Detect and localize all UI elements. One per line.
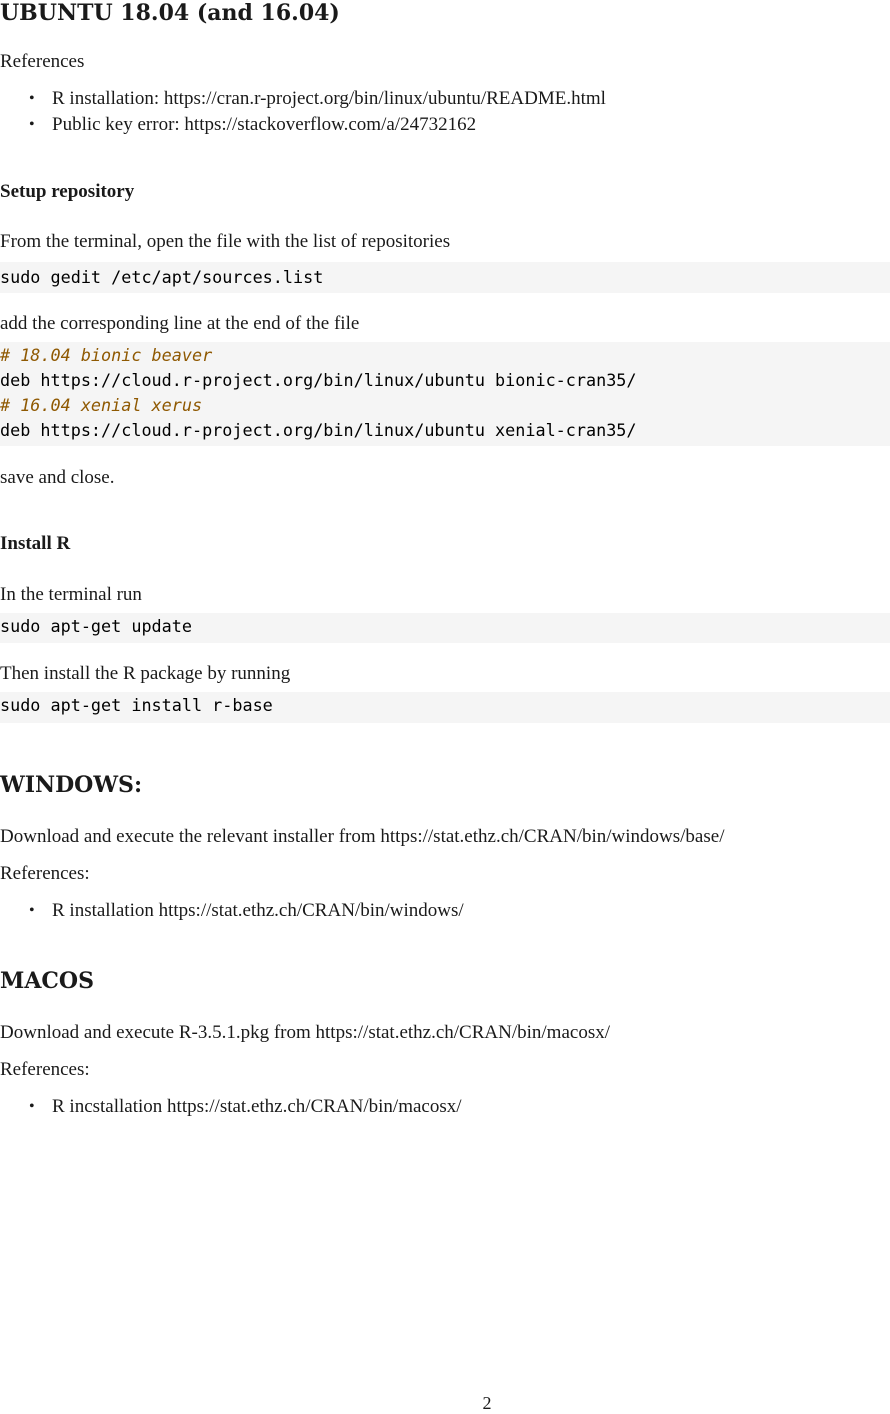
code-block-apt-install: sudo apt-get install r-base [0, 692, 890, 723]
bullet-icon: • [29, 90, 35, 107]
code-line: deb https://cloud.r-project.org/bin/linu… [0, 420, 637, 440]
save-close-text: save and close. [0, 467, 115, 488]
bullet-icon: • [29, 902, 35, 919]
code-line: deb https://cloud.r-project.org/bin/linu… [0, 370, 637, 390]
install-intro: In the terminal run [0, 584, 142, 605]
ubuntu-references-label: References [0, 51, 85, 72]
bullet-icon: • [29, 116, 35, 133]
code-comment: # 18.04 bionic beaver [0, 345, 213, 365]
windows-heading: WINDOWS: [0, 772, 143, 798]
page-number: 2 [482, 1393, 492, 1413]
install-then-text: Then install the R package by running [0, 663, 291, 684]
setup-repository-heading: Setup repository [0, 181, 135, 202]
list-item: • R installation https://stat.ethz.ch/CRA… [0, 898, 464, 924]
list-item: • Public key error: https://stackoverflow… [0, 112, 606, 138]
code-block-open-sources: sudo gedit /etc/apt/sources.list [0, 262, 890, 293]
code-block-sources-lines: # 18.04 bionic beaver deb https://cloud.… [0, 342, 890, 446]
macos-download-text: Download and execute R-3.5.1.pkg from ht… [0, 1022, 611, 1043]
code-line: sudo apt-get update [0, 616, 192, 636]
code-comment: # 16.04 xenial xerus [0, 395, 203, 415]
windows-download-text: Download and execute the relevant instal… [0, 826, 725, 847]
ubuntu-heading: UBUNTU 18.04 (and 16.04) [0, 0, 340, 26]
ubuntu-references-list: • R installation: https://cran.r-project.… [0, 86, 606, 138]
code-line: sudo apt-get install r-base [0, 695, 273, 715]
code-line: sudo gedit /etc/apt/sources.list [0, 267, 324, 287]
code-block-apt-update: sudo apt-get update [0, 613, 890, 643]
windows-references-list: • R installation https://stat.ethz.ch/CRA… [0, 898, 464, 924]
list-item: • R incstallation https://stat.ethz.ch/CR… [0, 1094, 462, 1120]
macos-references-list: • R incstallation https://stat.ethz.ch/CR… [0, 1094, 462, 1120]
macos-heading: MACOS [0, 968, 94, 994]
bullet-icon: • [29, 1098, 35, 1115]
macos-references-label: References: [0, 1059, 90, 1080]
setup-intro: From the terminal, open the file with th… [0, 231, 451, 252]
list-item: • R installation: https://cran.r-project.… [0, 86, 606, 112]
windows-references-label: References: [0, 863, 90, 884]
add-line-text: add the corresponding line at the end of… [0, 313, 360, 334]
install-r-heading: Install R [0, 533, 71, 554]
